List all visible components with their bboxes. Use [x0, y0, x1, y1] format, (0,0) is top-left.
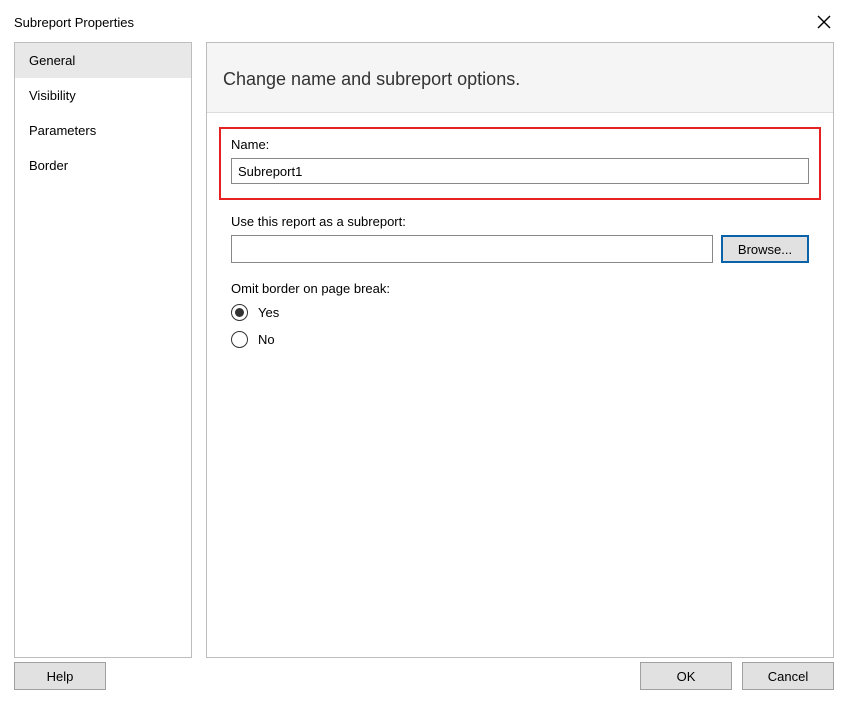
- sidebar-item-label: Visibility: [29, 88, 76, 103]
- omit-section: Omit border on page break: Yes No: [219, 281, 821, 348]
- sidebar-item-label: General: [29, 53, 75, 68]
- radio-icon: [231, 331, 248, 348]
- sidebar-item-border[interactable]: Border: [15, 148, 191, 183]
- dialog-title: Subreport Properties: [14, 15, 134, 30]
- sidebar-item-label: Border: [29, 158, 68, 173]
- button-bar: Help OK Cancel: [0, 652, 848, 704]
- panel-body: Name: Use this report as a subreport: Br…: [207, 113, 833, 657]
- sidebar: General Visibility Parameters Border: [14, 42, 192, 658]
- sidebar-item-parameters[interactable]: Parameters: [15, 113, 191, 148]
- help-button[interactable]: Help: [14, 662, 106, 690]
- radio-no-label: No: [258, 332, 275, 347]
- name-section-highlight: Name:: [219, 127, 821, 200]
- radio-no[interactable]: No: [231, 331, 809, 348]
- sidebar-item-general[interactable]: General: [15, 43, 191, 78]
- radio-icon: [231, 304, 248, 321]
- subreport-label: Use this report as a subreport:: [231, 214, 809, 229]
- content-area: General Visibility Parameters Border Cha…: [0, 42, 848, 658]
- omit-label: Omit border on page break:: [231, 281, 809, 296]
- omit-radio-group: Yes No: [231, 304, 809, 348]
- main-panel: Change name and subreport options. Name:…: [206, 42, 834, 658]
- subreport-input[interactable]: [231, 235, 713, 263]
- cancel-button[interactable]: Cancel: [742, 662, 834, 690]
- titlebar: Subreport Properties: [0, 0, 848, 42]
- sidebar-item-visibility[interactable]: Visibility: [15, 78, 191, 113]
- button-bar-right: OK Cancel: [640, 662, 834, 690]
- close-icon: [817, 15, 831, 29]
- subreport-row: Browse...: [231, 235, 809, 263]
- panel-heading: Change name and subreport options.: [207, 43, 833, 113]
- browse-button[interactable]: Browse...: [721, 235, 809, 263]
- name-input[interactable]: [231, 158, 809, 184]
- close-button[interactable]: [812, 10, 836, 34]
- name-label: Name:: [231, 137, 809, 152]
- sidebar-item-label: Parameters: [29, 123, 96, 138]
- ok-button[interactable]: OK: [640, 662, 732, 690]
- subreport-section: Use this report as a subreport: Browse..…: [219, 214, 821, 263]
- radio-yes-label: Yes: [258, 305, 279, 320]
- radio-yes[interactable]: Yes: [231, 304, 809, 321]
